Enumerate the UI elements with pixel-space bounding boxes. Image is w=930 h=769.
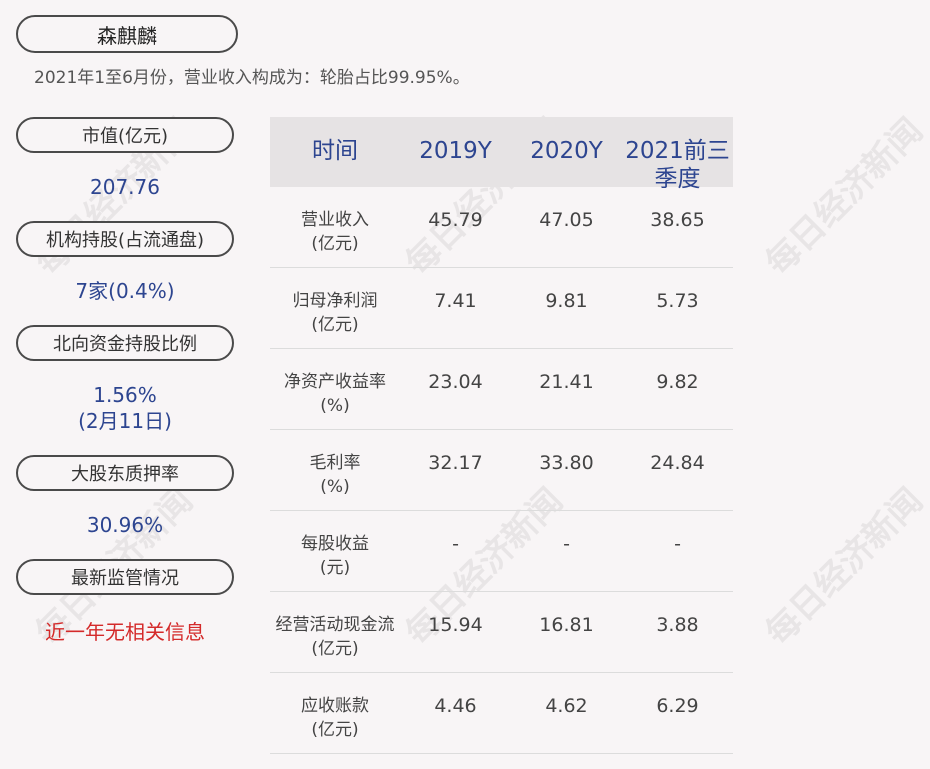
row-value: 32.17 xyxy=(428,452,483,474)
table-row: 每股收益 (元) - - - xyxy=(270,511,733,592)
row-value: 21.41 xyxy=(539,371,594,393)
company-name: 森麒麟 xyxy=(16,15,238,53)
market-cap-label: 市值(亿元) xyxy=(16,117,234,153)
regulatory-value: 近一年无相关信息 xyxy=(45,620,205,644)
northbound-ratio-date: (2月11日) xyxy=(78,409,172,433)
row-value: 5.73 xyxy=(656,290,699,312)
row-label-name: 应收账款 xyxy=(301,696,369,716)
header-2021: 2021前三 季度 xyxy=(622,117,733,193)
row-label: 净资产收益率 (%) xyxy=(270,349,400,418)
table-row: 应收账款 (亿元) 4.46 4.62 6.29 xyxy=(270,673,733,754)
table-row: 归母净利润 (亿元) 7.41 9.81 5.73 xyxy=(270,268,733,349)
institutional-holding-label: 机构持股(占流通盘) xyxy=(16,221,234,257)
table-row: 营业收入 (亿元) 45.79 47.05 38.65 xyxy=(270,187,733,268)
row-label-unit: (%) xyxy=(320,396,350,416)
pledge-ratio-value: 30.96% xyxy=(86,513,164,537)
regulatory-label: 最新监管情况 xyxy=(16,559,234,595)
row-value: 9.82 xyxy=(656,371,699,393)
financial-table: 时间 2019Y 2020Y 2021前三 季度 营业收入 (亿元) 45.79 47… xyxy=(270,117,733,754)
northbound-ratio-label: 北向资金持股比例 xyxy=(16,325,234,361)
table-header: 时间 2019Y 2020Y 2021前三 季度 xyxy=(270,117,733,192)
market-cap-value: 207.76 xyxy=(90,175,160,199)
institutional-holding-value: 7家(0.4%) xyxy=(75,279,175,303)
watermark: 每日经济新闻 xyxy=(758,480,930,654)
table-row: 毛利率 (%) 32.17 33.80 24.84 xyxy=(270,430,733,511)
row-value: 23.04 xyxy=(428,371,483,393)
row-value: 45.79 xyxy=(428,209,483,231)
row-value: 9.81 xyxy=(545,290,588,312)
row-label-name: 经营活动现金流 xyxy=(275,615,395,635)
row-value: 24.84 xyxy=(650,452,705,474)
row-value: 6.29 xyxy=(656,695,699,717)
row-label-name: 毛利率 xyxy=(309,453,361,473)
row-value: 33.80 xyxy=(539,452,594,474)
row-value: - xyxy=(452,533,459,555)
row-label-unit: (亿元) xyxy=(311,720,359,740)
row-label: 应收账款 (亿元) xyxy=(270,673,400,742)
row-label: 经营活动现金流 (亿元) xyxy=(270,592,400,661)
row-value: 3.88 xyxy=(656,614,699,636)
header-2019: 2019Y xyxy=(419,138,492,164)
row-label: 归母净利润 (亿元) xyxy=(270,268,400,337)
row-value: 47.05 xyxy=(539,209,594,231)
row-label-name: 营业收入 xyxy=(301,210,369,230)
row-value: 4.62 xyxy=(545,695,588,717)
row-label-unit: (%) xyxy=(320,477,350,497)
row-value: 4.46 xyxy=(434,695,477,717)
northbound-ratio-value: 1.56% xyxy=(93,383,157,407)
table-row: 经营活动现金流 (亿元) 15.94 16.81 3.88 xyxy=(270,592,733,673)
header-2020: 2020Y xyxy=(530,138,603,164)
header-time: 时间 xyxy=(312,138,358,164)
row-value: 7.41 xyxy=(434,290,477,312)
row-label-unit: (亿元) xyxy=(311,234,359,254)
table-row: 净资产收益率 (%) 23.04 21.41 9.82 xyxy=(270,349,733,430)
watermark: 每日经济新闻 xyxy=(758,110,930,284)
row-value: - xyxy=(563,533,570,555)
row-label-name: 净资产收益率 xyxy=(284,372,386,392)
header-2021-line1: 2021前三 xyxy=(625,138,730,164)
row-value: 15.94 xyxy=(428,614,483,636)
row-value: 38.65 xyxy=(650,209,705,231)
row-label-name: 归母净利润 xyxy=(292,291,378,311)
row-label-unit: (亿元) xyxy=(311,639,359,659)
row-label: 营业收入 (亿元) xyxy=(270,187,400,256)
row-label-unit: (亿元) xyxy=(311,315,359,335)
row-label: 毛利率 (%) xyxy=(270,430,400,499)
revenue-composition: 2021年1至6月份，营业收入构成为：轮胎占比99.95%。 xyxy=(34,68,470,88)
row-label-unit: (元) xyxy=(319,558,351,578)
row-label: 每股收益 (元) xyxy=(270,511,400,580)
row-value: - xyxy=(674,533,681,555)
row-label-name: 每股收益 xyxy=(301,534,369,554)
row-value: 16.81 xyxy=(539,614,594,636)
pledge-ratio-label: 大股东质押率 xyxy=(16,455,234,491)
